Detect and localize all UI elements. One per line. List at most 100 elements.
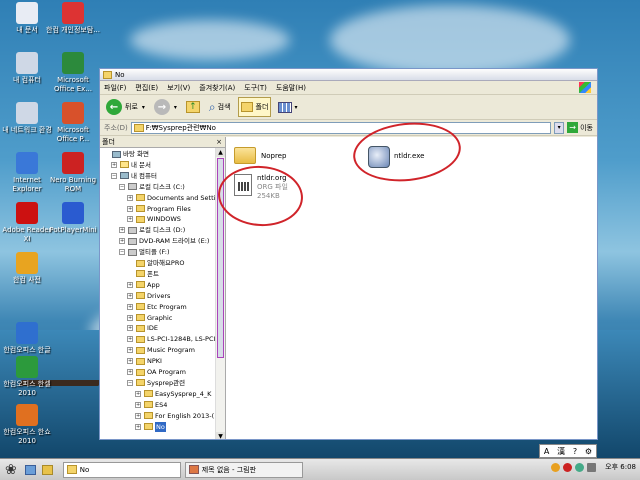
file-item-noprep[interactable]: Noprep [234,147,286,164]
desktop-icon[interactable]: PotPlayerMini [46,202,100,235]
tree-item-label: ES4 [155,400,168,409]
expand-icon[interactable]: + [111,161,117,168]
volume-icon[interactable] [587,462,597,472]
collapse-icon[interactable]: − [127,379,133,386]
desktop-icon[interactable]: 한컴 개인정보탐... [46,2,100,35]
search-button[interactable]: ⌕ 검색 [207,97,233,117]
expand-icon[interactable]: + [127,292,133,299]
collapse-icon[interactable]: − [119,249,125,256]
tree-item[interactable]: − 로컬 디스크 (C:) [119,182,185,192]
expand-icon[interactable]: + [135,401,141,408]
expand-icon[interactable]: + [127,216,133,223]
network-tray-icon[interactable] [575,462,585,472]
go-button[interactable]: → 이동 [567,122,593,133]
ime-settings-icon[interactable]: ⚙ [585,447,592,456]
tree-item[interactable]: + No [135,421,166,432]
back-button[interactable]: ← 뒤로 ▾ [104,97,147,117]
expand-icon[interactable]: + [127,336,133,343]
expand-icon[interactable]: + [127,303,133,310]
quicklaunch-folder-icon[interactable] [41,464,53,475]
folders-button[interactable]: 폴더 [237,97,272,117]
tree-item[interactable]: + Graphic [127,313,172,323]
tree-item[interactable]: + NPKI [127,356,162,366]
tree-item[interactable]: + Program Files [127,204,191,214]
tree-item[interactable]: + For English 2013-( [135,411,214,421]
tree-item[interactable]: + Music Program [127,345,195,355]
menu-edit[interactable]: 편집(E) [135,83,158,93]
expand-icon[interactable]: + [135,390,141,397]
expand-icon[interactable]: + [127,281,133,288]
address-bar: 주소(D) F:₩Sysprep관련₩No ▾ → 이동 [100,120,597,136]
expand-icon[interactable]: + [135,412,141,419]
scroll-down-icon[interactable]: ▼ [216,432,225,439]
tree-item[interactable]: 알마해요PRO [127,258,184,268]
tree-item[interactable]: + 내 문서 [111,160,151,170]
tree-item[interactable]: + 로컬 디스크 (D:) [119,225,185,235]
desktop-icon[interactable]: 한컴오피스 한쇼 2010 [0,404,54,446]
tree-item[interactable]: − 멀티플 (F:) [119,247,170,257]
tree-item[interactable]: 폰트 [127,269,159,279]
tree-item[interactable]: + Drivers [127,291,170,301]
tree-item[interactable]: − Sysprep관련 [127,378,185,388]
tree-item[interactable]: − 내 컴퓨터 [111,171,157,181]
tree-item[interactable]: + EasySysprep_4_K [135,389,211,399]
tree-item[interactable]: 바탕 화면 [103,149,149,159]
shield-icon[interactable] [551,462,561,472]
desktop-icon[interactable]: 한컴 사전 [0,252,54,285]
collapse-icon[interactable]: − [119,183,125,190]
antivirus-icon[interactable] [563,462,573,472]
tree-item[interactable]: + ES4 [135,400,167,410]
start-button-icon[interactable]: ❀ [5,462,17,478]
expand-icon[interactable]: + [119,238,125,245]
close-icon[interactable]: × [216,137,222,148]
tree-item[interactable]: + Etc Program [127,302,187,312]
dropdown-arrow-icon[interactable]: ▾ [142,104,145,111]
menu-view[interactable]: 보기(V) [167,83,190,93]
tree-item[interactable]: + OA Program [127,367,186,377]
forward-button[interactable]: → ▾ [152,97,179,117]
expand-icon[interactable]: + [127,325,133,332]
scroll-up-icon[interactable]: ▲ [216,148,225,157]
show-desktop-icon[interactable] [24,464,36,475]
tree-item[interactable]: + LS-PCI-1284B, LS-PCI [127,334,215,344]
ime-hanja[interactable]: 漢 [557,446,565,457]
address-dropdown-button[interactable]: ▾ [554,121,565,134]
expand-icon[interactable]: + [127,369,133,375]
my-documents-icon [16,2,38,24]
folder-icon [144,423,153,430]
desktop-icon[interactable]: Microsoft Office P... [46,102,100,144]
title-bar[interactable]: No [100,69,597,81]
expand-icon[interactable]: + [127,358,133,365]
menu-help[interactable]: 도움말(H) [276,83,306,93]
expand-icon[interactable]: + [127,205,133,212]
tree-item[interactable]: + App [127,280,160,290]
desktop-icon[interactable]: 한컴오피스 한셀 2010 [0,356,54,398]
dropdown-arrow-icon[interactable]: ▾ [174,104,177,111]
expand-icon[interactable]: + [127,314,133,321]
expand-icon[interactable]: + [127,347,133,354]
menu-file[interactable]: 파일(F) [104,83,126,93]
explorer-window[interactable]: No 파일(F) 편집(E) 보기(V) 즐겨찾기(A) 도구(T) 도움말(H… [99,68,598,440]
menu-tools[interactable]: 도구(T) [244,83,267,93]
expand-icon[interactable]: + [119,227,125,234]
expand-icon[interactable]: + [135,423,141,430]
up-folder-button[interactable]: ↑ [184,97,202,117]
taskbar-item-paint[interactable]: 제목 없음 - 그림판 [184,461,303,478]
tree-item-label: 바탕 화면 [123,150,149,158]
taskbar-item-no[interactable]: No [62,461,181,478]
desktop-icon[interactable]: Microsoft Office Ex... [46,52,100,94]
address-input[interactable]: F:₩Sysprep관련₩No [130,121,552,134]
expand-icon[interactable]: + [127,194,133,201]
tree-item[interactable]: + Documents and Settin [127,193,215,203]
tree-item-label: App [147,280,160,289]
collapse-icon[interactable]: − [111,172,117,179]
tree-item[interactable]: + WINDOWS [127,214,181,224]
menu-favorites[interactable]: 즐겨찾기(A) [199,83,235,93]
tree-item[interactable]: + DVD-RAM 드라이브 (E:) [119,236,209,246]
ime-help-icon[interactable]: ? [573,447,577,456]
desktop-icon[interactable]: Nero Burning ROM [46,152,100,194]
tree-item[interactable]: + IDE [127,323,158,333]
desktop-icon-label: 한컴오피스 한쇼 2010 [3,428,51,445]
ime-mode-a[interactable]: A [544,447,549,456]
views-button[interactable]: ▾ [276,97,299,117]
